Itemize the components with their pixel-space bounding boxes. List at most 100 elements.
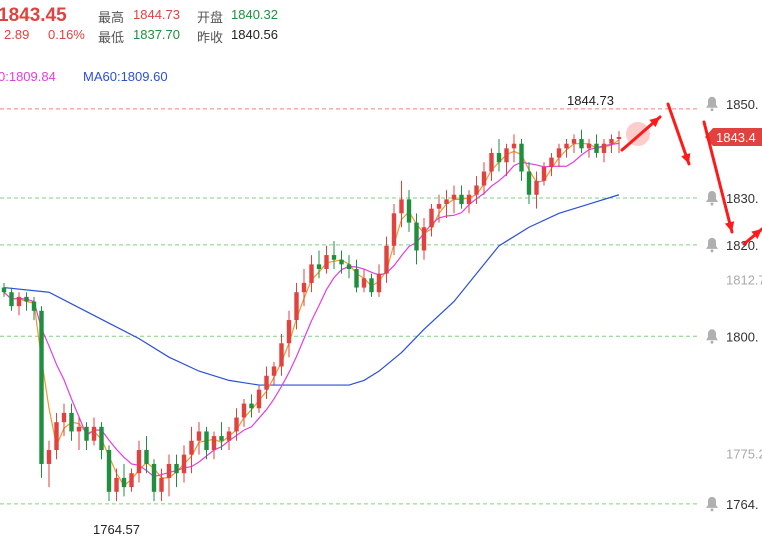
candle-body — [166, 463, 172, 478]
candle-body — [136, 450, 142, 474]
bell-clapper — [710, 508, 714, 512]
candle-body — [579, 139, 584, 149]
candle-body — [616, 136, 622, 140]
candle-body — [594, 143, 599, 153]
candle-body — [181, 454, 187, 474]
candle-body — [331, 255, 337, 260]
bell-body — [706, 496, 718, 508]
price-level-label: 1775.2 — [726, 447, 762, 462]
candle-body — [264, 375, 269, 390]
candle-body — [526, 171, 532, 195]
candle-body — [46, 450, 52, 464]
candle-body — [301, 282, 307, 293]
candle-body — [9, 292, 14, 307]
bell-icon — [706, 329, 718, 344]
candle-body — [189, 440, 194, 455]
arrow-down-1 — [666, 102, 691, 166]
candle-body — [474, 185, 479, 195]
candle-body — [39, 310, 44, 464]
candle-body — [384, 245, 389, 274]
candle-body — [279, 343, 284, 367]
candlestick-chart[interactable]: 1850. 1830. 1820. 1812.7 1800. 1775.2 1764. 18… — [0, 0, 762, 541]
ma-short-line — [3, 139, 620, 487]
bell-clapper — [710, 108, 714, 112]
ma-fast-lines — [3, 139, 620, 487]
candle-body — [204, 431, 209, 451]
bell-clapper — [710, 340, 714, 344]
bell-icon — [706, 237, 718, 253]
candle-body — [399, 199, 404, 214]
candle-body — [556, 148, 562, 158]
candle-body — [339, 259, 344, 265]
candle-body — [106, 450, 112, 492]
candle-body — [406, 199, 412, 223]
candle-body — [601, 143, 607, 153]
price-level-label: 1820. — [726, 238, 759, 253]
candle-body — [391, 213, 397, 246]
candle-body — [309, 264, 314, 283]
grid-lines — [0, 108, 700, 505]
bell-icon — [706, 190, 718, 206]
price-level-label: 1812.7 — [726, 273, 762, 288]
candle-body — [249, 403, 254, 409]
candle-body — [571, 139, 577, 144]
candle-body — [496, 152, 502, 163]
min-price-label: 1764.57 — [93, 522, 140, 537]
candle-body — [511, 143, 517, 149]
candle-body — [144, 450, 149, 464]
bell-clapper — [710, 249, 714, 253]
candle-body — [241, 403, 247, 418]
candle-body — [466, 194, 472, 205]
candle-body — [76, 426, 82, 432]
candle-body — [196, 431, 202, 441]
price-level-label: 1800. — [726, 329, 759, 344]
candle-body — [99, 426, 104, 451]
candle-body — [451, 194, 457, 200]
candle-body — [159, 477, 164, 492]
bell-body — [706, 96, 718, 108]
ma-medium-line — [3, 142, 620, 478]
candle-body — [234, 417, 239, 432]
price-level-label: 1850. — [726, 97, 759, 112]
candle-body — [316, 264, 322, 270]
candle-body — [286, 320, 292, 344]
candle-body — [54, 422, 59, 451]
candle-body — [586, 143, 592, 149]
candle-body — [481, 171, 487, 186]
arrow-head — [681, 153, 691, 164]
candle-body — [429, 208, 434, 228]
candle-body — [69, 412, 74, 432]
candle-body — [459, 194, 464, 205]
candle-body — [84, 426, 89, 441]
candle-body — [219, 436, 224, 441]
candle-body — [91, 426, 97, 441]
bell-body — [706, 190, 718, 202]
candle-body — [114, 477, 119, 492]
candle-body — [294, 292, 299, 321]
candle-body — [346, 264, 352, 270]
candle-body — [129, 473, 134, 488]
candle-body — [361, 278, 367, 288]
candle-body — [564, 143, 569, 149]
candle-body — [549, 157, 554, 167]
candle-body — [414, 222, 419, 251]
bell-icon — [706, 496, 718, 512]
max-price-label: 1844.73 — [567, 93, 614, 108]
candle-body — [271, 366, 277, 376]
candle-body — [421, 227, 427, 251]
candle-body — [24, 296, 29, 302]
candle-body — [61, 412, 67, 423]
candle-body — [324, 255, 329, 270]
candle-body — [436, 204, 442, 209]
candle-body — [226, 431, 232, 441]
candle-body — [541, 166, 547, 181]
bell-body — [706, 329, 718, 341]
candle-body — [256, 389, 262, 409]
bell-body — [706, 237, 718, 249]
candle-body — [354, 269, 359, 288]
annotations: 1843.4 1844.73 1764.57 — [93, 93, 762, 537]
bell-icon — [706, 96, 718, 112]
candle-body — [369, 278, 374, 293]
candle-body — [444, 199, 449, 205]
candle-body — [174, 463, 179, 474]
